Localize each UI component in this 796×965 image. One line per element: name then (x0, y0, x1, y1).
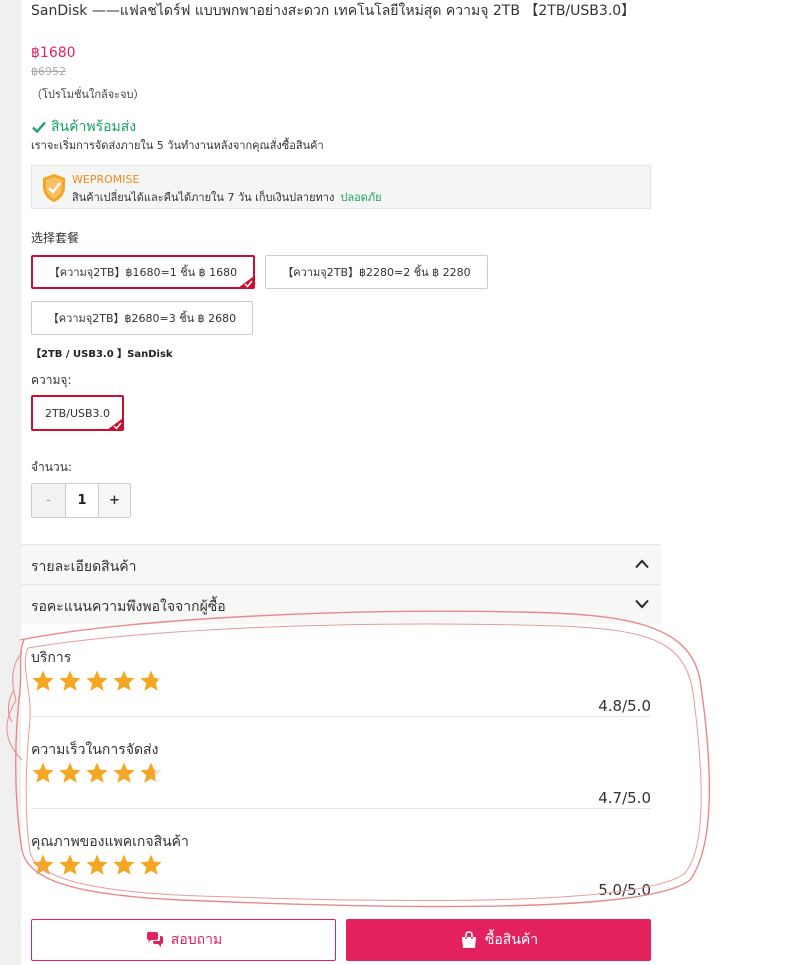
shopping-bag-icon (461, 931, 476, 948)
package-option-label: 【ความจุ2TB】฿2680=3 ชิ้น ฿ 2680 (47, 312, 237, 325)
quantity-increase-button[interactable]: + (98, 484, 130, 517)
check-icon (32, 121, 46, 134)
quantity-decrease-button[interactable]: - (32, 484, 66, 517)
rating-service: บริการ 4.8/5.0 (31, 647, 651, 739)
star-icon (59, 854, 81, 875)
promise-title: WEPROMISE (72, 173, 140, 186)
star-rating (31, 853, 163, 877)
satisfaction-title: รอคะแนนความพึงพอใจจากผู้ซื้อ (31, 599, 226, 615)
product-details-accordion[interactable]: รายละเอียดสินค้า (21, 544, 661, 584)
buy-button[interactable]: ซื้อสินค้า (346, 919, 651, 961)
star-icon (140, 670, 162, 691)
selected-check-icon (238, 276, 254, 288)
right-background (661, 0, 796, 965)
rating-score: 5.0/5.0 (598, 881, 651, 899)
rating-label: ความเร็วในการจัดส่ง (31, 742, 159, 758)
star-icon (32, 670, 54, 691)
rating-label: บริการ (31, 650, 72, 666)
rating-delivery-speed: ความเร็วในการจัดส่ง 4.7/5.0 (31, 739, 651, 831)
chat-bubbles-icon (146, 932, 163, 947)
capacity-label: ความจุ: (31, 373, 72, 387)
star-icon (86, 762, 108, 783)
star-icon (59, 762, 81, 783)
stock-status: สินค้าพร้อมส่ง (31, 116, 136, 138)
package-option-label: 【ความจุ2TB】฿2280=2 ชิ้น ฿ 2280 (282, 266, 471, 279)
star-icon (140, 762, 162, 783)
package-option-1[interactable]: 【ความจุ2TB】฿1680=1 ชิ้น ฿ 1680 (31, 255, 255, 289)
buy-button-label: ซื้อสินค้า (484, 932, 539, 948)
package-option-2[interactable]: 【ความจุ2TB】฿2280=2 ชิ้น ฿ 2280 (265, 255, 488, 289)
star-icon (113, 762, 135, 783)
promise-text: สินค้าเปลี่ยนได้และคืนได้ภายใน 7 วัน เก็… (72, 188, 382, 206)
promo-note: （โปรโมชั่นใกล้จะจบ） (31, 88, 145, 101)
promise-safe: ปลอดภัย (340, 191, 382, 204)
selected-check-icon (107, 418, 123, 430)
star-icon (86, 854, 108, 875)
ask-button-label: สอบถาม (170, 932, 223, 948)
rating-packaging: คุณภาพของแพคเกจสินค้า 5.0/5.0 (31, 831, 651, 923)
original-price: ฿6952 (31, 65, 66, 78)
quantity-stepper: - 1 + (31, 483, 131, 518)
shield-icon (43, 174, 65, 202)
variant-brand-line: 【2TB / USB3.0 】SanDisk (31, 349, 173, 360)
capacity-option[interactable]: 2TB/USB3.0 (31, 395, 124, 431)
rating-label: คุณภาพของแพคเกจสินค้า (31, 834, 189, 850)
promise-box: WEPROMISE สินค้าเปลี่ยนได้และคืนได้ภายใน… (31, 165, 651, 209)
capacity-option-label: 2TB/USB3.0 (44, 406, 111, 420)
star-icon (140, 854, 162, 875)
quantity-value[interactable]: 1 (66, 484, 98, 517)
promise-text-main: สินค้าเปลี่ยนได้และคืนได้ภายใน 7 วัน เก็… (72, 191, 335, 204)
package-label: 选择套餐 (31, 231, 80, 245)
product-price: ฿1680 (31, 45, 76, 61)
product-panel: SanDisk ——แฟลชไดร์ฟ แบบพกพาอย่างสะดวก เท… (21, 0, 661, 965)
star-icon (59, 670, 81, 691)
stock-status-text: สินค้าพร้อมส่ง (51, 119, 137, 135)
rating-score: 4.7/5.0 (598, 789, 651, 807)
star-icon (86, 670, 108, 691)
quantity-label: จำนวน: (31, 460, 72, 474)
rating-divider (31, 808, 651, 809)
chevron-up-icon (635, 559, 649, 569)
product-details-title: รายละเอียดสินค้า (31, 559, 137, 575)
rating-divider (31, 716, 651, 717)
satisfaction-accordion[interactable]: รอคะแนนความพึงพอใจจากผู้ซื้อ (21, 584, 661, 624)
package-option-label: 【ความจุ2TB】฿1680=1 ชิ้น ฿ 1680 (48, 266, 238, 279)
product-title: SanDisk ——แฟลชไดร์ฟ แบบพกพาอย่างสะดวก เท… (31, 3, 636, 19)
chevron-down-icon (635, 599, 649, 609)
star-rating (31, 669, 163, 693)
ask-button[interactable]: สอบถาม (31, 919, 336, 961)
shipping-note: เราจะเริ่มการจัดส่งภายใน 5 วันทำงานหลังจ… (31, 139, 324, 152)
star-icon (113, 854, 135, 875)
star-icon (32, 854, 54, 875)
star-rating (31, 761, 163, 785)
star-icon (32, 762, 54, 783)
star-icon (113, 670, 135, 691)
rating-score: 4.8/5.0 (598, 697, 651, 715)
package-option-3[interactable]: 【ความจุ2TB】฿2680=3 ชิ้น ฿ 2680 (31, 301, 253, 335)
